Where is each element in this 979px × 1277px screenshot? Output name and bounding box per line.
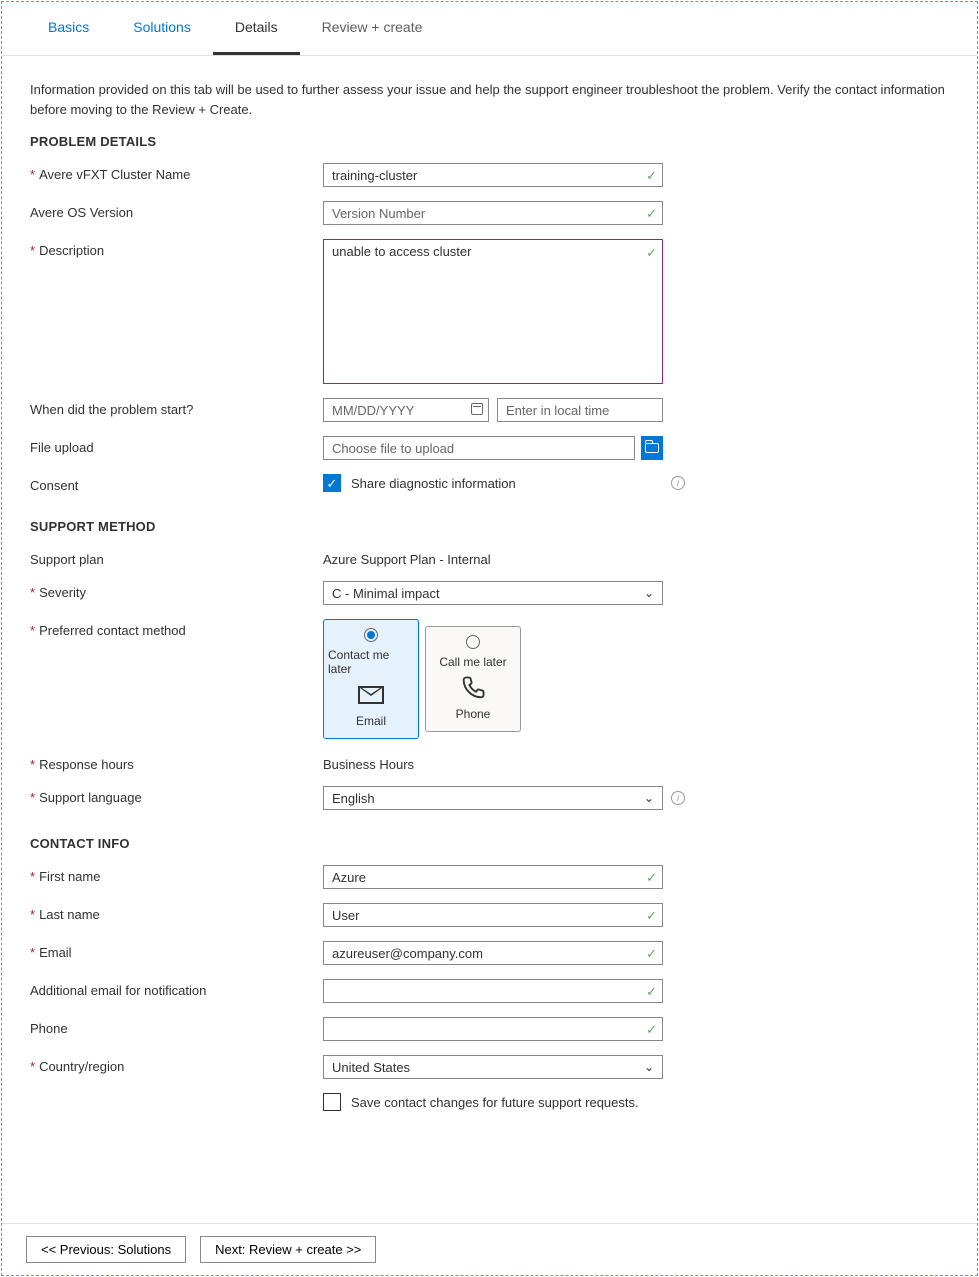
problem-date-input[interactable]: [323, 398, 489, 422]
label-consent: Consent: [30, 474, 323, 493]
file-browse-button[interactable]: [641, 436, 663, 460]
chevron-down-icon: ⌄: [644, 586, 654, 600]
label-phone: Phone: [30, 1017, 323, 1036]
radio-icon: [364, 628, 378, 642]
tab-solutions[interactable]: Solutions: [111, 2, 213, 55]
card-sublabel: Phone: [456, 707, 491, 721]
label-file-upload: File upload: [30, 436, 323, 455]
additional-email-input[interactable]: [323, 979, 663, 1003]
tab-bar: Basics Solutions Details Review + create: [2, 2, 977, 56]
next-button[interactable]: Next: Review + create >>: [200, 1236, 376, 1263]
previous-button[interactable]: << Previous: Solutions: [26, 1236, 186, 1263]
label-when-start: When did the problem start?: [30, 398, 323, 417]
cluster-name-input[interactable]: [323, 163, 663, 187]
card-label: Call me later: [439, 655, 506, 669]
page-frame: Basics Solutions Details Review + create…: [1, 1, 978, 1276]
tab-basics[interactable]: Basics: [26, 2, 111, 55]
support-language-select[interactable]: English ⌄: [323, 786, 663, 810]
support-plan-value: Azure Support Plan - Internal: [323, 548, 491, 567]
section-contact-info: CONTACT INFO: [30, 836, 949, 851]
form-scroll-area[interactable]: Information provided on this tab will be…: [2, 56, 977, 1223]
tab-review[interactable]: Review + create: [300, 2, 445, 55]
phone-icon: [459, 674, 487, 702]
checkmark-icon: ✓: [327, 477, 338, 490]
section-support-method: SUPPORT METHOD: [30, 519, 949, 534]
label-email: *Email: [30, 941, 323, 960]
chevron-down-icon: ⌄: [644, 1060, 654, 1074]
tab-details[interactable]: Details: [213, 2, 300, 55]
label-contact-method: *Preferred contact method: [30, 619, 323, 638]
phone-input[interactable]: [323, 1017, 663, 1041]
label-os-version: Avere OS Version: [30, 201, 323, 220]
contact-method-email-card[interactable]: Contact me later Email: [323, 619, 419, 739]
country-select[interactable]: United States ⌄: [323, 1055, 663, 1079]
calendar-icon: [471, 403, 483, 415]
folder-icon: [645, 443, 659, 453]
contact-method-phone-card[interactable]: Call me later Phone: [425, 626, 521, 732]
last-name-input[interactable]: [323, 903, 663, 927]
email-input[interactable]: [323, 941, 663, 965]
section-problem-details: PROBLEM DETAILS: [30, 134, 949, 149]
footer-bar: << Previous: Solutions Next: Review + cr…: [2, 1223, 977, 1275]
description-input[interactable]: unable to access cluster: [323, 239, 663, 384]
label-support-language: *Support language: [30, 786, 323, 805]
label-response-hours: *Response hours: [30, 753, 323, 772]
severity-select[interactable]: C - Minimal impact ⌄: [323, 581, 663, 605]
card-sublabel: Email: [356, 714, 386, 728]
consent-checkbox[interactable]: ✓: [323, 474, 341, 492]
save-contact-checkbox[interactable]: [323, 1093, 341, 1111]
label-support-plan: Support plan: [30, 548, 323, 567]
os-version-input[interactable]: [323, 201, 663, 225]
card-label: Contact me later: [328, 648, 414, 676]
response-hours-value: Business Hours: [323, 753, 414, 772]
info-icon[interactable]: i: [671, 791, 685, 805]
first-name-input[interactable]: [323, 865, 663, 889]
intro-text: Information provided on this tab will be…: [30, 80, 949, 120]
label-severity: *Severity: [30, 581, 323, 600]
label-cluster-name: *Avere vFXT Cluster Name: [30, 163, 323, 182]
problem-time-input[interactable]: [497, 398, 663, 422]
label-description: *Description: [30, 239, 323, 258]
chevron-down-icon: ⌄: [644, 791, 654, 805]
label-first-name: *First name: [30, 865, 323, 884]
save-contact-label: Save contact changes for future support …: [351, 1095, 639, 1110]
label-last-name: *Last name: [30, 903, 323, 922]
label-country: *Country/region: [30, 1055, 323, 1074]
file-upload-input[interactable]: Choose file to upload: [323, 436, 635, 460]
label-additional-email: Additional email for notification: [30, 979, 323, 998]
info-icon[interactable]: i: [671, 476, 685, 490]
mail-icon: [358, 686, 384, 704]
consent-label: Share diagnostic information: [351, 476, 516, 491]
radio-icon: [466, 635, 480, 649]
